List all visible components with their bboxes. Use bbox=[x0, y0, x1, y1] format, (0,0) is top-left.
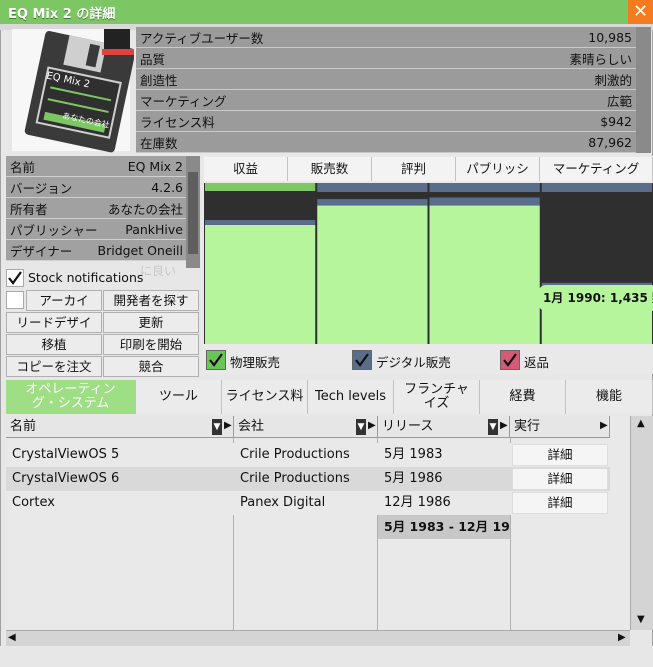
sales-chart-svg bbox=[205, 183, 652, 344]
detail-button[interactable]: 詳細 bbox=[512, 444, 608, 466]
scroll-right-arrow-icon[interactable]: ▶ bbox=[618, 632, 626, 643]
table-cell-release: 5月 1986 bbox=[384, 471, 443, 486]
sort-arrow-icon[interactable]: ▶ bbox=[600, 420, 608, 431]
bar-physical-sales[interactable] bbox=[317, 205, 428, 344]
info-row: 名前 EQ Mix 2 bbox=[6, 156, 186, 177]
check-icon bbox=[8, 271, 22, 285]
compete-button[interactable]: 競合 bbox=[103, 356, 199, 377]
table-cell-company: Crile Productions bbox=[240, 471, 350, 486]
tab-operating-system[interactable]: オペレーティング・システム bbox=[6, 380, 136, 414]
chart-top-accent bbox=[205, 183, 316, 191]
table-cell-company: Panex Digital bbox=[240, 495, 326, 510]
stat-row: ライセンス料 $942 bbox=[136, 111, 636, 132]
stat-row: 品質 素晴らしい bbox=[136, 48, 636, 69]
port-button[interactable]: 移植 bbox=[6, 334, 102, 355]
chart-tab-sales[interactable]: 販売数 bbox=[288, 157, 372, 181]
bar-physical-sales[interactable] bbox=[429, 205, 540, 344]
check-icon bbox=[209, 353, 223, 367]
table-cell-release: 5月 1983 bbox=[384, 447, 443, 462]
sort-arrow-icon[interactable]: ▶ bbox=[224, 420, 232, 431]
detail-button[interactable]: 詳細 bbox=[512, 468, 608, 490]
bar-digital-sales[interactable] bbox=[429, 197, 540, 206]
digital-sales-legend-checkbox[interactable] bbox=[352, 350, 372, 370]
chart-tab-publisher[interactable]: パブリッシ bbox=[456, 157, 540, 181]
start-print-button[interactable]: 印刷を開始 bbox=[103, 334, 199, 355]
stats-scrollbar[interactable] bbox=[636, 27, 651, 153]
tab-expenses[interactable]: 経費 bbox=[480, 380, 566, 414]
check-icon bbox=[355, 353, 369, 367]
chart-tab-marketing[interactable]: マーケティング bbox=[540, 157, 653, 181]
table-vertical-scrollbar[interactable]: ▲ ▼ bbox=[630, 416, 653, 630]
tab-license-fee[interactable]: ライセンス料 bbox=[222, 380, 308, 414]
filter-icon[interactable]: ▼ bbox=[488, 419, 498, 435]
detail-button[interactable]: 詳細 bbox=[512, 492, 608, 514]
tab-tech-levels[interactable]: Tech levels bbox=[308, 380, 394, 414]
bar-physical-sales[interactable] bbox=[205, 224, 316, 344]
chart-tab-reputation[interactable]: 評判 bbox=[372, 157, 456, 181]
scroll-up-arrow-icon[interactable]: ▲ bbox=[637, 418, 645, 429]
filter-icon[interactable]: ▼ bbox=[356, 419, 366, 435]
sales-chart bbox=[204, 183, 653, 344]
order-copy-button[interactable]: コピーを注文 bbox=[6, 356, 102, 377]
returns-legend-checkbox[interactable] bbox=[500, 350, 520, 370]
info-row: バージョン 4.2.6 bbox=[6, 177, 186, 198]
hidden-tag: に良い bbox=[140, 264, 177, 278]
info-row: パブリッシャー PankHive bbox=[6, 219, 186, 240]
chart-tab-revenue[interactable]: 収益 bbox=[204, 157, 288, 181]
window-title: EQ Mix 2 の詳細 bbox=[8, 7, 116, 22]
release-summary: 5月 1983 - 12月 1986 bbox=[378, 515, 510, 539]
tab-franchise[interactable]: フランチャイズ bbox=[394, 380, 480, 414]
table-cell-name: CrystalViewOS 6 bbox=[12, 471, 120, 486]
physical-sales-legend-checkbox[interactable] bbox=[206, 350, 226, 370]
digital-sales-legend-label: デジタル販売 bbox=[376, 355, 451, 370]
close-button[interactable]: ✕ bbox=[628, 0, 653, 24]
stock-notifications-label: Stock notifications bbox=[28, 270, 144, 285]
table-cell-name: CrystalViewOS 5 bbox=[12, 447, 120, 462]
update-button[interactable]: 更新 bbox=[103, 312, 199, 333]
chart-top-strip bbox=[317, 183, 428, 192]
chart-tooltip: 1月 1990: 1,435 販売 bbox=[538, 285, 653, 311]
filter-icon[interactable]: ▼ bbox=[212, 419, 222, 435]
column-header-name[interactable]: 名前 bbox=[6, 416, 234, 438]
sort-arrow-icon[interactable]: ▶ bbox=[368, 420, 376, 431]
check-icon bbox=[503, 353, 517, 367]
tab-features[interactable]: 機能 bbox=[566, 380, 653, 414]
table-horizontal-scrollbar[interactable]: ◀ ▶ bbox=[6, 630, 630, 646]
chart-top-strip bbox=[429, 183, 540, 192]
stat-row: マーケティング 広範 bbox=[136, 90, 636, 111]
scroll-down-arrow-icon[interactable]: ▼ bbox=[637, 614, 645, 625]
sort-arrow-icon[interactable]: ▶ bbox=[500, 420, 508, 431]
stat-row: アクティブユーザー数 10,985 bbox=[136, 27, 636, 48]
scroll-left-arrow-icon[interactable]: ◀ bbox=[8, 632, 16, 643]
bar-digital-sales[interactable] bbox=[205, 220, 316, 225]
bar-digital-sales[interactable] bbox=[317, 199, 428, 206]
floppy-disk-icon bbox=[10, 27, 136, 155]
lead-design-button[interactable]: リードデザイ bbox=[6, 312, 102, 333]
table-cell-release: 12月 1986 bbox=[384, 495, 451, 510]
window-bottom-edge bbox=[0, 646, 653, 667]
scrollbar-thumb[interactable] bbox=[188, 172, 198, 254]
info-row: 所有者 あなたの会社 bbox=[6, 198, 186, 219]
tab-tools[interactable]: ツール bbox=[136, 380, 222, 414]
stat-row: 創造性 刺激的 bbox=[136, 69, 636, 90]
info-scrollbar[interactable] bbox=[186, 156, 200, 268]
chart-top-strip bbox=[541, 183, 652, 192]
archive-button[interactable]: アーカイ bbox=[26, 290, 102, 311]
archive-checkbox[interactable] bbox=[6, 291, 24, 309]
returns-legend-label: 返品 bbox=[524, 355, 550, 370]
table-cell-company: Crile Productions bbox=[240, 447, 350, 462]
info-row: デザイナー Bridget Oneill bbox=[6, 240, 186, 261]
stock-notifications-checkbox[interactable] bbox=[6, 269, 24, 287]
table-cell-name: Cortex bbox=[12, 495, 55, 510]
column-header-action[interactable]: 実行 bbox=[510, 416, 610, 438]
stat-row: 在庫数 87,962 bbox=[136, 132, 636, 153]
find-developer-button[interactable]: 開発者を探す bbox=[103, 290, 199, 311]
physical-sales-legend-label: 物理販売 bbox=[230, 355, 281, 370]
